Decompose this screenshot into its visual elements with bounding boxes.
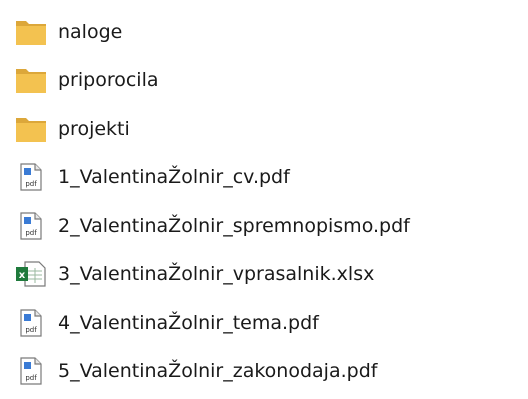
excel-file-icon: x [14, 259, 48, 289]
svg-text:pdf: pdf [25, 229, 37, 237]
file-item-spremnopismo-pdf[interactable]: pdf 2_ValentinaŽolnir_spremnopismo.pdf [0, 204, 528, 248]
file-item-zakonodaja-pdf[interactable]: pdf 5_ValentinaŽolnir_zakonodaja.pdf [0, 349, 528, 393]
folder-icon [14, 114, 48, 144]
pdf-file-icon: pdf [14, 162, 48, 192]
pdf-file-icon: pdf [14, 356, 48, 386]
svg-text:x: x [19, 270, 26, 281]
item-label: 4_ValentinaŽolnir_tema.pdf [58, 312, 319, 334]
svg-text:pdf: pdf [25, 180, 37, 188]
pdf-file-icon: pdf [14, 308, 48, 338]
folder-item-projekti[interactable]: projekti [0, 107, 528, 151]
pdf-file-icon: pdf [14, 211, 48, 241]
item-label: priporocila [58, 69, 159, 91]
item-label: 3_ValentinaŽolnir_vprasalnik.xlsx [58, 263, 375, 285]
folder-item-priporocila[interactable]: priporocila [0, 58, 528, 102]
item-label: 5_ValentinaŽolnir_zakonodaja.pdf [58, 360, 378, 382]
file-item-cv-pdf[interactable]: pdf 1_ValentinaŽolnir_cv.pdf [0, 155, 528, 199]
item-label: projekti [58, 118, 130, 140]
folder-icon [14, 17, 48, 47]
item-label: 1_ValentinaŽolnir_cv.pdf [58, 166, 290, 188]
item-label: naloge [58, 21, 123, 43]
svg-text:pdf: pdf [25, 374, 37, 382]
item-label: 2_ValentinaŽolnir_spremnopismo.pdf [58, 215, 410, 237]
file-item-tema-pdf[interactable]: pdf 4_ValentinaŽolnir_tema.pdf [0, 301, 528, 345]
file-item-vprasalnik-xlsx[interactable]: x 3_ValentinaŽolnir_vprasalnik.xlsx [0, 252, 528, 296]
file-list: naloge priporocila projekti pdf 1_Valent… [0, 0, 528, 399]
folder-item-naloge[interactable]: naloge [0, 10, 528, 54]
svg-text:pdf: pdf [25, 326, 37, 334]
folder-icon [14, 65, 48, 95]
